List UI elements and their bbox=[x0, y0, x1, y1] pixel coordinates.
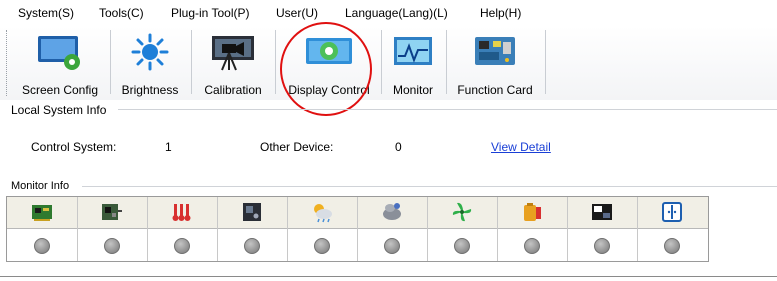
view-detail-link[interactable]: View Detail bbox=[491, 140, 551, 154]
menu-user[interactable]: User(U) bbox=[276, 6, 318, 20]
toolbar-separator bbox=[381, 30, 382, 94]
toolbar-separator bbox=[275, 30, 276, 94]
column-divider bbox=[287, 197, 288, 261]
receiving-card-icon bbox=[30, 201, 54, 223]
column-divider bbox=[147, 197, 148, 261]
brightness-button[interactable]: Brightness bbox=[111, 28, 189, 100]
control-system-value: 1 bbox=[165, 140, 172, 154]
smoke-sensor-icon bbox=[380, 201, 404, 223]
module-board-icon bbox=[100, 201, 124, 223]
temperature-icon bbox=[170, 201, 194, 223]
chip-card-icon bbox=[240, 201, 264, 223]
calibration-button[interactable]: Calibration bbox=[193, 28, 273, 100]
status-indicator bbox=[664, 238, 680, 254]
group-border bbox=[82, 186, 777, 187]
status-indicator bbox=[104, 238, 120, 254]
screen-config-icon bbox=[34, 32, 86, 75]
screen-config-label: Screen Config bbox=[21, 83, 99, 97]
display-control-button[interactable]: Display Control bbox=[279, 28, 379, 100]
toolbar-grip[interactable] bbox=[6, 30, 9, 96]
monitor-button[interactable]: Monitor bbox=[383, 28, 443, 100]
monitor-icon bbox=[390, 32, 436, 75]
brightness-icon bbox=[128, 32, 172, 75]
status-indicator bbox=[174, 238, 190, 254]
column-divider bbox=[637, 197, 638, 261]
monitor-label: Monitor bbox=[392, 83, 433, 97]
calibration-icon bbox=[208, 32, 258, 75]
status-indicator bbox=[34, 238, 50, 254]
column-divider bbox=[357, 197, 358, 261]
column-divider bbox=[497, 197, 498, 261]
function-card-icon bbox=[469, 32, 521, 75]
function-card-button[interactable]: Function Card bbox=[447, 28, 543, 100]
other-device-label: Other Device: bbox=[260, 140, 334, 154]
bottom-border bbox=[0, 276, 777, 277]
status-indicator bbox=[244, 238, 260, 254]
status-indicator bbox=[314, 238, 330, 254]
column-divider bbox=[77, 197, 78, 261]
power-battery-icon bbox=[520, 201, 544, 223]
local-system-info-title: Local System Info bbox=[10, 103, 108, 117]
display-control-icon bbox=[302, 32, 356, 75]
control-system-label: Control System: bbox=[31, 140, 117, 154]
menu-plugin-tool[interactable]: Plug-in Tool(P) bbox=[171, 6, 249, 20]
function-card-label: Function Card bbox=[457, 83, 533, 97]
fan-icon bbox=[450, 201, 474, 223]
toolbar-separator bbox=[191, 30, 192, 94]
cabinet-door-icon bbox=[590, 201, 614, 223]
toolbar-separator bbox=[545, 30, 546, 94]
screen-config-button[interactable]: Screen Config bbox=[12, 28, 108, 100]
menu-help[interactable]: Help(H) bbox=[480, 6, 521, 20]
column-divider bbox=[427, 197, 428, 261]
menu-tools[interactable]: Tools(C) bbox=[99, 6, 144, 20]
menu-bar: System(S) Tools(C) Plug-in Tool(P) User(… bbox=[0, 0, 777, 26]
menu-system[interactable]: System(S) bbox=[18, 6, 74, 20]
humidity-weather-icon bbox=[310, 201, 334, 223]
monitor-info-table bbox=[6, 196, 709, 262]
status-indicator bbox=[594, 238, 610, 254]
monitor-info-title: Monitor Info bbox=[10, 180, 71, 192]
calibration-label: Calibration bbox=[204, 83, 262, 97]
other-device-value: 0 bbox=[395, 140, 402, 154]
status-indicator bbox=[384, 238, 400, 254]
display-control-label: Display Control bbox=[288, 83, 370, 97]
status-indicator bbox=[454, 238, 470, 254]
status-indicator bbox=[524, 238, 540, 254]
brightness-label: Brightness bbox=[121, 83, 179, 97]
power-switch-icon bbox=[660, 201, 684, 223]
group-border bbox=[118, 109, 777, 110]
column-divider bbox=[217, 197, 218, 261]
menu-language[interactable]: Language(Lang)(L) bbox=[345, 6, 448, 20]
column-divider bbox=[567, 197, 568, 261]
